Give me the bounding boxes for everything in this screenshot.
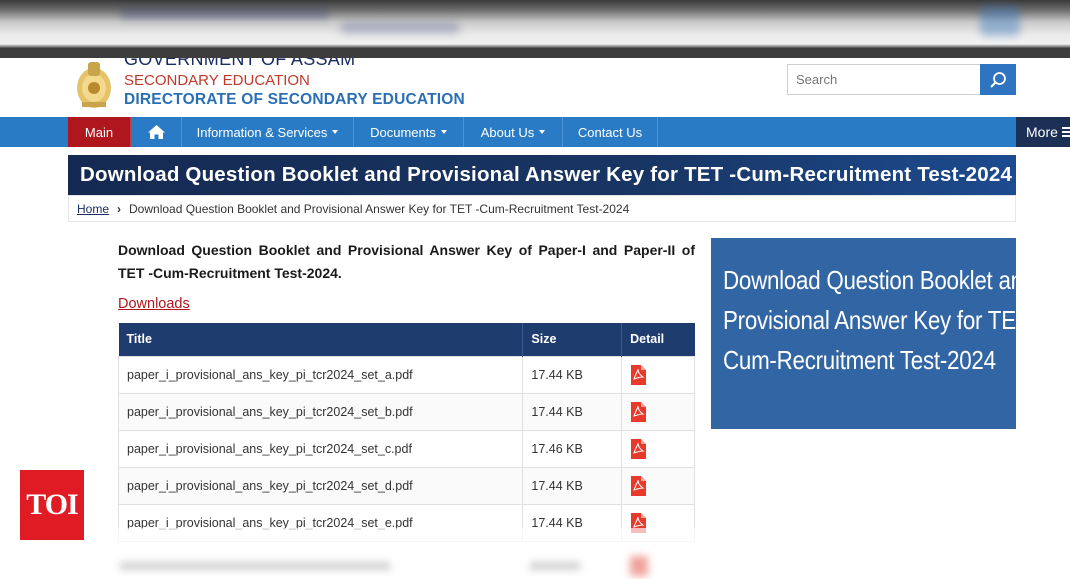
nav-about-label: About Us [480,124,535,140]
breadcrumb-home-link[interactable]: Home [77,202,109,216]
featured-image: Download Question Booklet and Provisiona… [711,238,1016,429]
pdf-file-icon[interactable] [630,401,647,422]
file-size: 17.46 KB [522,429,623,468]
chevron-down-icon [332,130,339,134]
nav-more[interactable]: More [1016,117,1070,147]
page-title: Download Question Booklet and Provisiona… [80,163,1013,186]
nav-contact-label: Contact Us [577,124,643,140]
nav-documents[interactable]: Documents [354,117,464,147]
featured-image-line: Provisional Answer Key for TET - [723,305,1016,335]
file-size: 17.44 KB [522,392,623,431]
table-row: paper_i_provisional_ans_key_pi_tcr2024_s… [117,392,695,431]
blurred-text [340,22,460,34]
hamburger-icon [1061,127,1070,137]
nav-main[interactable]: Main [68,117,131,147]
featured-image-line: Cum-Recruitment Test-2024 [723,345,996,375]
search-input[interactable] [787,64,981,95]
file-title[interactable]: paper_i_provisional_ans_key_pi_tcr2024_s… [117,466,524,505]
file-detail-cell [621,355,695,394]
file-title[interactable]: paper_i_provisional_ans_key_pi_tcr2024_s… [117,429,524,468]
breadcrumb-separator-icon: › [117,201,122,216]
nav-home[interactable] [131,117,182,147]
blurred-table-row [120,556,680,576]
browser-chrome-blurred [0,0,1070,50]
pdf-file-icon[interactable] [630,438,647,459]
file-title[interactable]: paper_i_provisional_ans_key_pi_tcr2024_s… [117,355,524,394]
table-header-row: Title Size Detail [118,323,695,356]
page-title-banner: Download Question Booklet and Provisiona… [68,155,1016,195]
nav-more-label: More [1026,124,1058,140]
nav-information-services[interactable]: Information & Services [182,117,354,147]
secondary-education-line: SECONDARY EDUCATION [124,72,310,89]
table-row: paper_i_provisional_ans_key_pi_tcr2024_s… [117,355,695,394]
home-icon [147,125,165,139]
file-detail-cell [621,466,695,505]
downloads-table: Title Size Detail paper_i_provisional_an… [117,323,695,542]
chevron-down-icon [539,130,546,134]
intro-text: Download Question Booklet and Provisiona… [118,242,695,281]
file-size: 17.44 KB [522,355,623,394]
nav-information-label: Information & Services [196,124,328,140]
pdf-file-icon[interactable] [630,364,647,385]
search-button[interactable] [980,64,1016,95]
table-row: paper_i_provisional_ans_key_pi_tcr2024_s… [117,429,695,468]
assam-emblem-icon [77,62,111,108]
featured-image-line: Download Question Booklet and [723,265,1016,295]
toi-logo-text: TOI [26,488,78,521]
organization-name: GOVERNMENT OF ASSAM SECONDARY EDUCATION … [124,58,465,109]
nav-contact-us[interactable]: Contact Us [563,117,658,147]
top-bar [0,48,1070,58]
government-line: GOVERNMENT OF ASSAM [124,58,356,69]
search-icon [990,71,1006,88]
directorate-line[interactable]: DIRECTORATE OF SECONDARY EDUCATION [124,91,465,109]
file-title[interactable]: paper_i_provisional_ans_key_pi_tcr2024_s… [117,392,524,431]
breadcrumb-current: Download Question Booklet and Provisiona… [129,201,630,216]
file-detail-cell [621,392,695,431]
column-header-size: Size [522,323,623,356]
column-header-detail: Detail [621,323,695,356]
site-header: GOVERNMENT OF ASSAM SECONDARY EDUCATION … [0,58,1070,118]
table-row: paper_i_provisional_ans_key_pi_tcr2024_s… [117,466,695,505]
file-detail-cell [621,429,695,468]
chevron-down-icon [440,130,447,134]
column-header-title: Title [118,323,524,356]
main-navbar: Main Information & Services Documents Ab… [0,117,1070,147]
nav-main-label: Main [84,124,114,140]
nav-about-us[interactable]: About Us [464,117,563,147]
breadcrumb: Home › Download Question Booklet and Pro… [68,195,1016,222]
blurred-button [980,6,1020,36]
nav-documents-label: Documents [370,124,436,140]
downloads-heading: Downloads [118,296,190,312]
pdf-file-icon[interactable] [630,475,647,496]
blurred-text [120,8,330,20]
toi-logo: TOI [20,470,84,540]
file-size: 17.44 KB [522,466,623,505]
